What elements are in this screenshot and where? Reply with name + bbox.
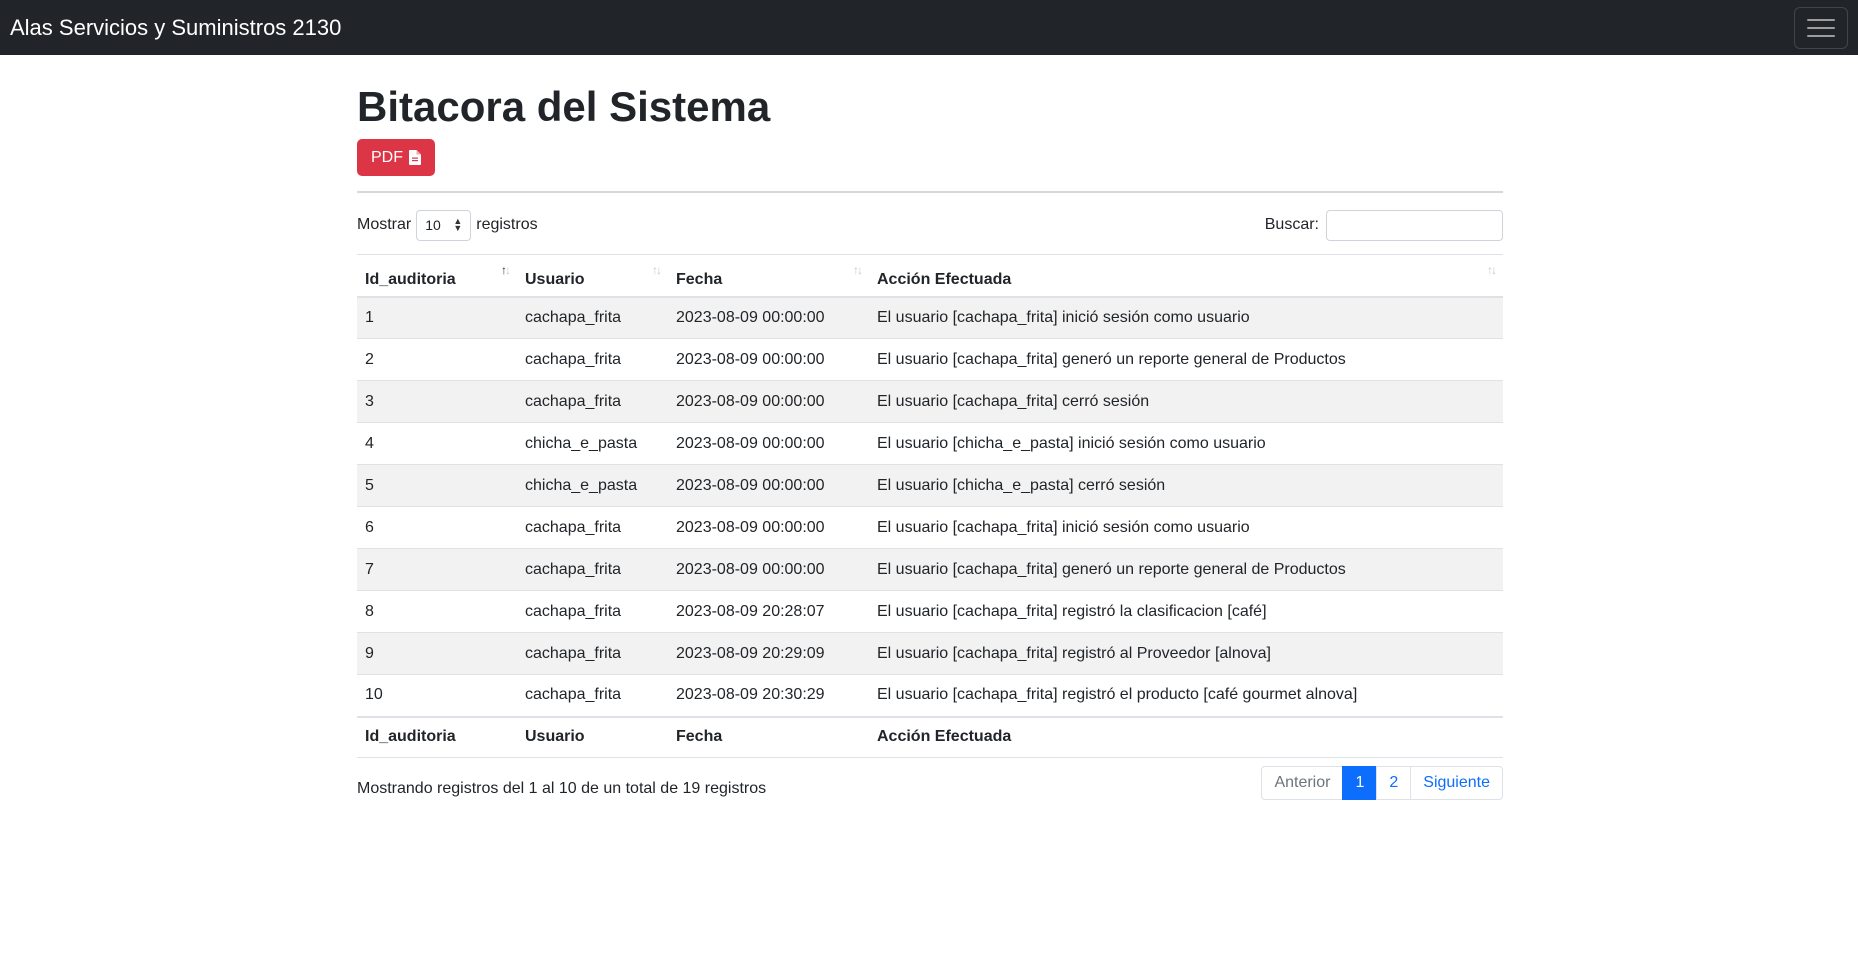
column-header-id[interactable]: Id_auditoria ↑↓ bbox=[357, 254, 517, 298]
column-header-usuario[interactable]: Usuario ↑↓ bbox=[517, 254, 668, 298]
cell-usuario: cachapa_frita bbox=[517, 632, 668, 675]
navbar-brand[interactable]: Alas Servicios y Suministros 2130 bbox=[10, 15, 341, 41]
search-input[interactable] bbox=[1326, 209, 1503, 241]
cell-accion: El usuario [cachapa_frita] registró la c… bbox=[869, 590, 1503, 633]
cell-id: 9 bbox=[357, 632, 517, 675]
cell-usuario: cachapa_frita bbox=[517, 380, 668, 423]
cell-id: 4 bbox=[357, 422, 517, 465]
cell-fecha: 2023-08-09 00:00:00 bbox=[668, 380, 869, 423]
cell-usuario: cachapa_frita bbox=[517, 296, 668, 339]
cell-accion: El usuario [cachapa_frita] registró el p… bbox=[869, 674, 1503, 717]
page-length-value: 10 bbox=[425, 217, 441, 233]
table-body: 1 cachapa_frita 2023-08-09 00:00:00 El u… bbox=[357, 296, 1503, 717]
table-bottom: Mostrando registros del 1 al 10 de un to… bbox=[357, 766, 1503, 800]
table-row: 3 cachapa_frita 2023-08-09 00:00:00 El u… bbox=[357, 380, 1503, 423]
cell-fecha: 2023-08-09 00:00:00 bbox=[668, 548, 869, 591]
records-label: registros bbox=[476, 216, 538, 233]
cell-accion: El usuario [cachapa_frita] generó un rep… bbox=[869, 338, 1503, 381]
sort-icon: ↑↓ bbox=[1487, 263, 1497, 277]
table-row: 5 chicha_e_pasta 2023-08-09 00:00:00 El … bbox=[357, 464, 1503, 507]
cell-fecha: 2023-08-09 20:30:29 bbox=[668, 674, 869, 717]
main-content: Bitacora del Sistema PDF Mostrar 10 ▲ ▼ r… bbox=[357, 55, 1503, 800]
cell-id: 1 bbox=[357, 296, 517, 339]
cell-usuario: cachapa_frita bbox=[517, 590, 668, 633]
divider bbox=[357, 191, 1503, 193]
table-row: 4 chicha_e_pasta 2023-08-09 00:00:00 El … bbox=[357, 422, 1503, 465]
table-row: 2 cachapa_frita 2023-08-09 00:00:00 El u… bbox=[357, 338, 1503, 381]
search-label: Buscar: bbox=[1264, 216, 1319, 233]
search-control: Buscar: bbox=[1264, 209, 1503, 241]
cell-id: 7 bbox=[357, 548, 517, 591]
cell-accion: El usuario [chicha_e_pasta] inició sesió… bbox=[869, 422, 1503, 465]
audit-table: Id_auditoria ↑↓ Usuario ↑↓ Fecha ↑↓ Acci… bbox=[357, 254, 1503, 758]
cell-id: 6 bbox=[357, 506, 517, 549]
cell-fecha: 2023-08-09 20:28:07 bbox=[668, 590, 869, 633]
cell-id: 3 bbox=[357, 380, 517, 423]
file-icon bbox=[409, 150, 421, 165]
page-title: Bitacora del Sistema bbox=[357, 83, 771, 130]
footer-header-id: Id_auditoria bbox=[357, 715, 517, 758]
cell-fecha: 2023-08-09 00:00:00 bbox=[668, 296, 869, 339]
pagination-next[interactable]: Siguiente bbox=[1410, 766, 1503, 800]
cell-accion: El usuario [cachapa_frita] inició sesión… bbox=[869, 296, 1503, 339]
cell-accion: El usuario [cachapa_frita] inició sesión… bbox=[869, 506, 1503, 549]
pdf-button[interactable]: PDF bbox=[357, 139, 435, 176]
table-row: 8 cachapa_frita 2023-08-09 20:28:07 El u… bbox=[357, 590, 1503, 633]
cell-fecha: 2023-08-09 00:00:00 bbox=[668, 464, 869, 507]
cell-id: 5 bbox=[357, 464, 517, 507]
sort-icon: ↑↓ bbox=[853, 263, 863, 277]
column-header-accion[interactable]: Acción Efectuada ↑↓ bbox=[869, 254, 1503, 298]
table-row: 10 cachapa_frita 2023-08-09 20:30:29 El … bbox=[357, 674, 1503, 717]
navbar: Alas Servicios y Suministros 2130 bbox=[0, 0, 1858, 55]
navbar-toggler-button[interactable] bbox=[1794, 6, 1848, 49]
page-length-select[interactable]: 10 ▲ ▼ bbox=[416, 209, 472, 241]
pdf-button-label: PDF bbox=[371, 148, 403, 166]
sort-asc-icon: ↑↓ bbox=[501, 263, 511, 277]
cell-accion: El usuario [cachapa_frita] registró al P… bbox=[869, 632, 1503, 675]
cell-fecha: 2023-08-09 00:00:00 bbox=[668, 506, 869, 549]
cell-accion: El usuario [cachapa_frita] generó un rep… bbox=[869, 548, 1503, 591]
show-label: Mostrar bbox=[357, 216, 412, 233]
column-header-fecha[interactable]: Fecha ↑↓ bbox=[668, 254, 869, 298]
cell-id: 8 bbox=[357, 590, 517, 633]
table-row: 7 cachapa_frita 2023-08-09 00:00:00 El u… bbox=[357, 548, 1503, 591]
cell-usuario: cachapa_frita bbox=[517, 674, 668, 717]
hamburger-menu-icon bbox=[1807, 18, 1835, 37]
select-arrows-icon: ▲ ▼ bbox=[453, 216, 463, 233]
table-footer: Id_auditoria Usuario Fecha Acción Efectu… bbox=[357, 715, 1503, 758]
cell-usuario: cachapa_frita bbox=[517, 338, 668, 381]
pagination-page-2[interactable]: 2 bbox=[1376, 766, 1412, 800]
cell-usuario: chicha_e_pasta bbox=[517, 422, 668, 465]
cell-fecha: 2023-08-09 00:00:00 bbox=[668, 422, 869, 465]
cell-id: 2 bbox=[357, 338, 517, 381]
table-row: 9 cachapa_frita 2023-08-09 20:29:09 El u… bbox=[357, 632, 1503, 675]
cell-fecha: 2023-08-09 20:29:09 bbox=[668, 632, 869, 675]
cell-usuario: cachapa_frita bbox=[517, 506, 668, 549]
table-row: 1 cachapa_frita 2023-08-09 00:00:00 El u… bbox=[357, 296, 1503, 339]
table-row: 6 cachapa_frita 2023-08-09 00:00:00 El u… bbox=[357, 506, 1503, 549]
cell-accion: El usuario [chicha_e_pasta] cerró sesión bbox=[869, 464, 1503, 507]
pagination: Anterior 1 2 Siguiente bbox=[1261, 766, 1503, 800]
cell-id: 10 bbox=[357, 674, 517, 717]
cell-fecha: 2023-08-09 00:00:00 bbox=[668, 338, 869, 381]
table-header: Id_auditoria ↑↓ Usuario ↑↓ Fecha ↑↓ Acci… bbox=[357, 254, 1503, 298]
sort-icon: ↑↓ bbox=[652, 263, 662, 277]
table-info: Mostrando registros del 1 al 10 de un to… bbox=[357, 780, 767, 797]
cell-usuario: cachapa_frita bbox=[517, 548, 668, 591]
table-controls: Mostrar 10 ▲ ▼ registros Buscar: bbox=[357, 209, 1503, 241]
cell-accion: El usuario [cachapa_frita] cerró sesión bbox=[869, 380, 1503, 423]
cell-usuario: chicha_e_pasta bbox=[517, 464, 668, 507]
length-control: Mostrar 10 ▲ ▼ registros bbox=[357, 209, 538, 241]
footer-header-fecha: Fecha bbox=[668, 715, 869, 758]
pagination-page-1[interactable]: 1 bbox=[1342, 766, 1378, 800]
footer-header-usuario: Usuario bbox=[517, 715, 668, 758]
pagination-previous[interactable]: Anterior bbox=[1261, 766, 1344, 800]
footer-header-accion: Acción Efectuada bbox=[869, 715, 1503, 758]
